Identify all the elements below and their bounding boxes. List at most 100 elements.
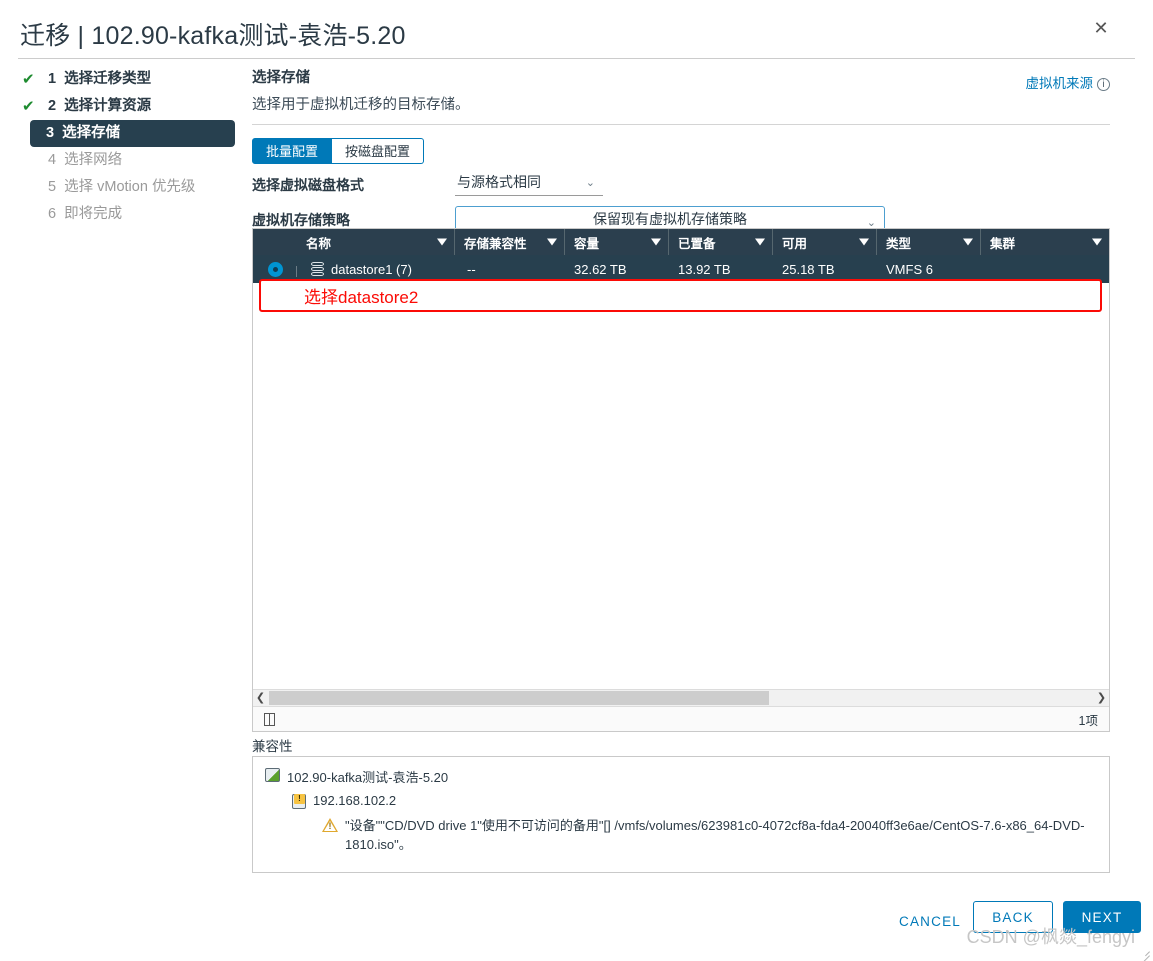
compat-host-ip: 192.168.102.2 [313,793,397,808]
filter-icon[interactable] [651,238,661,246]
chevron-down-icon: ⌄ [585,177,595,189]
cell-type: VMFS 6 [886,261,933,277]
page-title: 迁移 | 102.90-kafka测试-袁浩-5.20 [20,22,406,50]
columns-icon[interactable] [264,712,275,726]
column-label: 可用 [782,236,808,251]
column-label: 名称 [306,236,332,251]
row-select-cell[interactable] [253,261,297,277]
column-header-storage-compat[interactable]: 存储兼容性 [455,229,565,255]
close-icon[interactable]: ✕ [1091,18,1111,38]
step-number: 6 [48,206,57,222]
step-number: 5 [48,179,57,195]
table-footer: 1项 [253,706,1109,731]
pane-title: 选择存储 [252,70,310,86]
info-icon[interactable]: i [1097,78,1110,91]
column-header-name[interactable]: 名称 [297,229,455,255]
config-mode-tabs: 批量配置 按磁盘配置 [252,138,1112,164]
horizontal-scrollbar[interactable]: ❮ ❯ [253,689,1109,706]
cell-capacity: 32.62 TB [574,261,627,277]
compatibility-label: 兼容性 [252,739,293,754]
disk-format-value: 与源格式相同 [457,174,541,190]
sidebar-item-network[interactable]: 4 选择网络 [18,147,240,174]
compat-vm-row: 102.90-kafka测试-袁浩-5.20 [265,767,1097,786]
step-label: 选择网络 [64,152,123,168]
chevron-right-icon[interactable]: ❯ [1094,690,1109,706]
step-label: 选择 vMotion 优先级 [64,179,196,195]
warning-triangle-icon: ! [322,818,338,832]
datastore-name: datastore1 (7) [331,261,412,277]
chevron-left-icon[interactable]: ❮ [253,690,268,706]
header-divider [18,58,1135,59]
compat-host-row: 192.168.102.2 [265,793,1097,809]
step-number: 2 [48,98,57,114]
wizard-steps: ✔ 1 选择迁移类型 ✔ 2 选择计算资源 3 选择存储 4 选择网络 5 选择… [18,66,240,228]
dialog-footer: CANCEL BACK NEXT CSDN @枫燚_fengyi [0,891,1153,961]
storage-policy-value: 保留现有虚拟机存储策略 [593,211,747,227]
step-label: 即将完成 [64,206,123,222]
pane-subtitle: 选择用于虚拟机迁移的目标存储。 [252,97,470,113]
compat-warning-text: "设备""CD/DVD drive 1"使用不可访问的备用"[] /vmfs/v… [345,818,1085,852]
step-number: 4 [48,152,57,168]
cell-free: 25.18 TB [782,261,835,277]
filter-icon[interactable] [1092,238,1102,246]
table-header-row: 名称 存储兼容性 容量 已置备 可用 类型 集群 [253,229,1109,255]
step-number: 3 [46,125,55,141]
filter-icon[interactable] [437,238,447,246]
step-label: 选择存储 [62,125,121,141]
column-label: 存储兼容性 [464,236,527,251]
storage-pane: 虚拟机来源 i 选择存储 选择用于虚拟机迁移的目标存储。 批量配置 按磁盘配置 选… [252,66,1112,234]
annotation-text: 选择datastore2 [304,288,419,307]
item-count: 1项 [1078,713,1098,728]
check-icon: ✔ [22,71,35,88]
sidebar-item-compute-resource[interactable]: ✔ 2 选择计算资源 [18,93,240,120]
sidebar-item-vmotion-priority[interactable]: 5 选择 vMotion 优先级 [18,174,240,201]
watermark: CSDN @枫燚_fengyi [966,927,1135,947]
storage-policy-label: 虚拟机存储策略 [252,212,350,228]
column-label: 类型 [886,236,912,251]
column-header-select [253,229,297,255]
filter-icon[interactable] [859,238,869,246]
step-label: 选择迁移类型 [64,71,152,87]
vm-source-link[interactable]: 虚拟机来源 i [1025,72,1110,92]
annotation-callout: 选择datastore2 [259,279,1102,312]
cell-provisioned: 13.92 TB [678,261,731,277]
datastore-icon [311,261,324,277]
filter-icon[interactable] [547,238,557,246]
resize-grip-icon[interactable] [1139,947,1150,958]
column-label: 容量 [574,236,600,251]
column-header-free[interactable]: 可用 [773,229,877,255]
column-header-type[interactable]: 类型 [877,229,981,255]
sidebar-item-ready-to-complete[interactable]: 6 即将完成 [18,201,240,228]
filter-icon[interactable] [963,238,973,246]
dialog-header: 迁移 | 102.90-kafka测试-袁浩-5.20 ✕ [0,0,1153,58]
sidebar-item-storage[interactable]: 3 选择存储 [30,120,235,147]
check-icon: ✔ [22,98,35,115]
step-number: 1 [48,71,57,87]
column-header-cluster[interactable]: 集群 [981,229,1109,255]
scrollbar-thumb[interactable] [269,691,769,705]
disk-format-select[interactable]: 与源格式相同 ⌄ [455,172,603,196]
filter-icon[interactable] [755,238,765,246]
compat-warning-row: ! "设备""CD/DVD drive 1"使用不可访问的备用"[] /vmfs… [265,816,1097,854]
cancel-button[interactable]: CANCEL [893,905,967,937]
disk-format-label: 选择虚拟磁盘格式 [252,177,364,193]
column-header-provisioned[interactable]: 已置备 [669,229,773,255]
compatibility-panel: 102.90-kafka测试-袁浩-5.20 192.168.102.2 ! "… [252,756,1110,873]
virtual-machine-icon [265,768,280,782]
step-label: 选择计算资源 [64,98,152,114]
radio-button-selected[interactable] [267,261,283,277]
column-label: 已置备 [678,236,716,251]
tab-batch-config[interactable]: 批量配置 [252,138,333,164]
column-header-capacity[interactable]: 容量 [565,229,669,255]
migrate-dialog: 迁移 | 102.90-kafka测试-袁浩-5.20 ✕ ✔ 1 选择迁移类型… [0,0,1153,961]
pane-divider [252,124,1110,125]
cell-name: datastore1 (7) [297,261,455,277]
tab-per-disk-config[interactable]: 按磁盘配置 [332,138,425,164]
datastore-table: 名称 存储兼容性 容量 已置备 可用 类型 集群 datastore1 (7) … [252,228,1110,732]
disk-format-row: 选择虚拟磁盘格式 与源格式相同 ⌄ [252,172,1112,199]
compat-vm-name: 102.90-kafka测试-袁浩-5.20 [287,770,449,785]
column-label: 集群 [990,236,1016,251]
host-warning-icon [292,794,306,809]
vm-source-label: 虚拟机来源 [1025,76,1094,91]
sidebar-item-migration-type[interactable]: ✔ 1 选择迁移类型 [18,66,240,93]
